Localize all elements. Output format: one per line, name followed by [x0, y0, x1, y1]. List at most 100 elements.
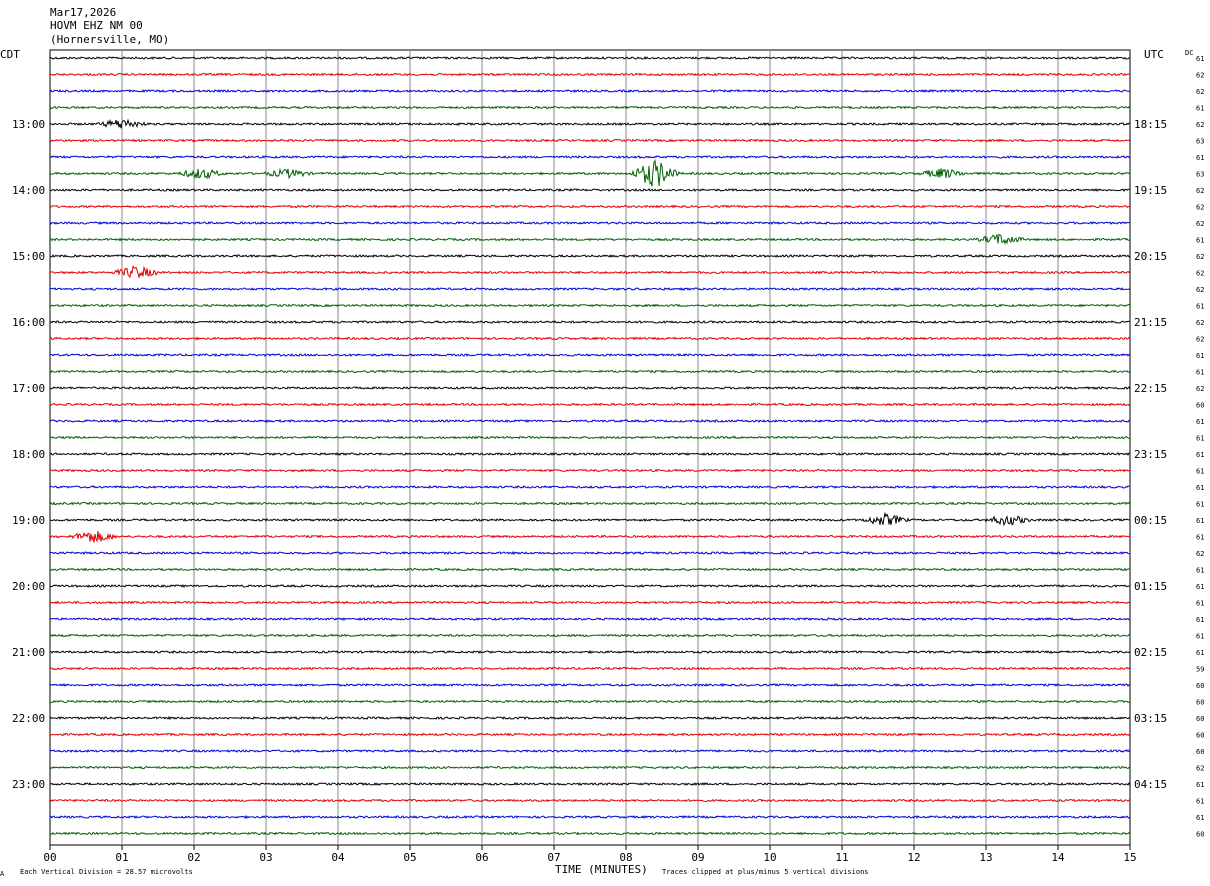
right-hour-label: 20:15 [1134, 250, 1167, 263]
dc-offset-label: 60 [1196, 831, 1204, 839]
x-tick-label: 01 [115, 851, 128, 864]
right-hour-label: 02:15 [1134, 646, 1167, 659]
seismogram-chart: 00 01 02 03 04 05 06 07 08 09 10 11 12 13 14 1561626261… [12, 49, 1204, 864]
trace-44 [49, 782, 1131, 786]
trace-15 [49, 303, 1131, 308]
trace-30 [49, 550, 1130, 556]
dc-offset-label: 61 [1196, 814, 1204, 822]
left-hour-label: 20:00 [12, 580, 45, 593]
x-tick-label: 06 [475, 851, 488, 864]
dc-offset-label: 62 [1196, 550, 1204, 558]
left-hour-label: 18:00 [12, 448, 45, 461]
dc-offset-label: 60 [1196, 748, 1204, 756]
dc-offset-label: 61 [1196, 468, 1204, 476]
dc-offset-label: 62 [1196, 204, 1204, 212]
dc-offset-label: 62 [1196, 121, 1204, 129]
right-hour-label: 00:15 [1134, 514, 1167, 527]
dc-offset-label: 60 [1196, 715, 1204, 723]
trace-20 [49, 385, 1131, 391]
dc-offset-label: 61 [1196, 567, 1204, 575]
dc-offset-label: 59 [1196, 666, 1204, 674]
dc-offset-label: 61 [1196, 369, 1204, 377]
trace-40 [49, 715, 1131, 721]
dc-offset-label: 61 [1196, 484, 1204, 492]
trace-37 [49, 666, 1131, 671]
dc-offset-label: 62 [1196, 88, 1204, 96]
trace-41 [49, 732, 1131, 737]
trace-24 [49, 452, 1131, 457]
trace-8 [49, 187, 1130, 193]
x-tick-label: 10 [763, 851, 776, 864]
trace-13 [49, 265, 1131, 280]
dc-offset-label: 62 [1196, 385, 1204, 393]
x-tick-label: 03 [259, 851, 272, 864]
trace-18 [49, 352, 1131, 358]
right-hour-label: 21:15 [1134, 316, 1167, 329]
trace-33 [49, 600, 1131, 605]
trace-34 [49, 617, 1131, 622]
trace-2 [49, 88, 1130, 94]
dc-offset-label: 63 [1196, 171, 1204, 179]
dc-offset-label: 62 [1196, 253, 1204, 261]
x-tick-label: 11 [835, 851, 848, 864]
trace-39 [49, 699, 1131, 704]
right-hour-label: 04:15 [1134, 778, 1167, 791]
dc-offset-label: 62 [1196, 187, 1204, 195]
dc-offset-label: 62 [1196, 286, 1204, 294]
dc-offset-label: 61 [1196, 418, 1204, 426]
x-tick-label: 15 [1123, 851, 1136, 864]
trace-4 [49, 118, 1131, 129]
x-tick-label: 05 [403, 851, 416, 864]
clip-note: Traces clipped at plus/minus 5 vertical … [662, 868, 869, 876]
x-tick-label: 13 [979, 851, 992, 864]
x-tick-label: 04 [331, 851, 345, 864]
left-hour-label: 15:00 [12, 250, 45, 263]
axis-labels: 00 01 02 03 04 05 06 07 08 09 10 11 12 13 14 1561626261… [12, 55, 1204, 864]
dc-offset-label: 61 [1196, 501, 1204, 509]
trace-9 [49, 204, 1131, 209]
trace-29 [49, 530, 1131, 543]
dc-offset-label: 61 [1196, 616, 1204, 624]
scale-note: Each Vertical Division = 28.57 microvolt… [20, 868, 193, 876]
trace-11 [49, 233, 1131, 246]
dc-offset-label: 63 [1196, 138, 1204, 146]
trace-25 [49, 468, 1131, 473]
dc-offset-label: 61 [1196, 517, 1204, 525]
right-hour-label: 23:15 [1134, 448, 1167, 461]
dc-offset-label: 62 [1196, 270, 1204, 278]
dc-offset-label: 61 [1196, 435, 1204, 443]
dc-offset-label: 61 [1196, 352, 1204, 360]
x-tick-label: 09 [691, 851, 704, 864]
dc-offset-label: 62 [1196, 319, 1204, 327]
dc-offset-label: 60 [1196, 699, 1204, 707]
dc-offset-label: 62 [1196, 336, 1204, 344]
dc-offset-label: 62 [1196, 72, 1204, 80]
left-hour-label: 21:00 [12, 646, 45, 659]
left-hour-label: 13:00 [12, 118, 45, 131]
trace-17 [49, 336, 1131, 341]
trace-23 [49, 435, 1131, 440]
dc-offset-label: 60 [1196, 402, 1204, 410]
corner-mark: A [0, 870, 5, 878]
dc-offset-label: 62 [1196, 765, 1204, 773]
dc-offset-label: 61 [1196, 600, 1204, 608]
right-hour-label: 01:15 [1134, 580, 1167, 593]
traces [49, 55, 1131, 836]
trace-0 [49, 55, 1131, 60]
dc-offset-label: 61 [1196, 583, 1204, 591]
trace-7 [49, 158, 1131, 187]
trace-45 [49, 798, 1131, 803]
trace-32 [49, 584, 1131, 589]
trace-19 [49, 369, 1131, 374]
trace-47 [49, 831, 1131, 836]
trace-27 [49, 501, 1131, 506]
dc-offset-label: 60 [1196, 682, 1204, 690]
right-hour-label: 03:15 [1134, 712, 1167, 725]
dc-offset-label: 61 [1196, 237, 1204, 245]
trace-5 [49, 138, 1131, 143]
dc-offset-label: 61 [1196, 633, 1204, 641]
dc-offset-label: 60 [1196, 732, 1204, 740]
dc-offset-label: 61 [1196, 105, 1204, 113]
x-tick-label: 02 [187, 851, 200, 864]
trace-12 [50, 253, 1131, 259]
